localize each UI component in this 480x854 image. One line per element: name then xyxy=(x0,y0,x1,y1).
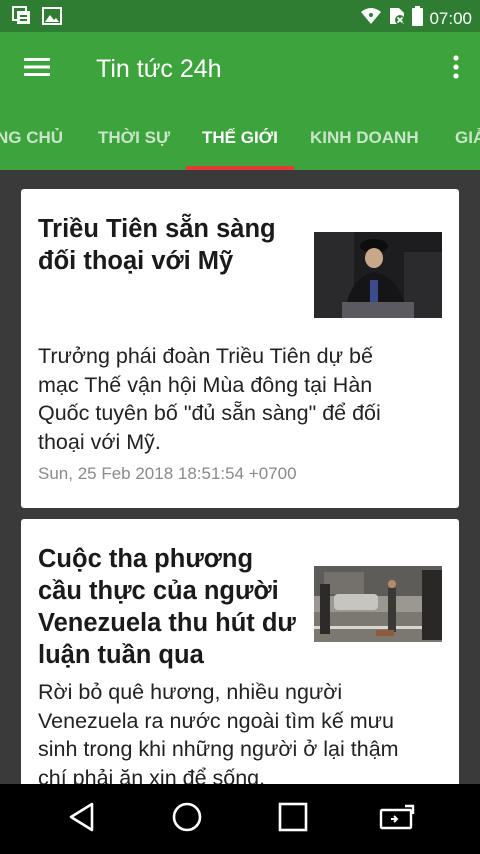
article-title: Triều Tiên sẵn sàng đối thoại với Mỹ xyxy=(38,215,276,275)
article-thumbnail xyxy=(314,232,442,318)
status-time: 07:00 xyxy=(429,8,472,28)
article-title: Cuộc tha phương cầu thực của người Venez… xyxy=(38,545,296,669)
article-thumbnail xyxy=(314,566,442,642)
back-button[interactable] xyxy=(54,798,110,840)
back-icon xyxy=(68,802,96,837)
article-card[interactable]: Cuộc tha phương cầu thực của người Venez… xyxy=(21,519,459,819)
article-card[interactable]: Triều Tiên sẵn sàng đối thoại với Mỹ Trư… xyxy=(21,189,459,508)
article-summary: Trưởng phái đoàn Triều Tiên dự bế mạc Th… xyxy=(38,344,381,454)
article-date: Sun, 25 Feb 2018 18:51:54 +0700 xyxy=(38,464,297,483)
screen-rotate-button[interactable] xyxy=(370,798,426,840)
image-icon xyxy=(42,6,62,31)
system-navigation-bar xyxy=(0,784,480,854)
recents-icon xyxy=(278,802,308,837)
tab-kinh-doanh[interactable]: KINH DOANH xyxy=(310,106,419,170)
status-bar: 07:00 xyxy=(0,0,480,32)
overflow-menu-button[interactable] xyxy=(444,49,468,89)
no-sim-icon xyxy=(388,6,406,31)
tab-giai-tri[interactable]: GIẢ xyxy=(455,106,480,170)
tab-trang-chu[interactable]: NG CHỦ xyxy=(0,106,63,170)
tab-thoi-su[interactable]: THỜI SỰ xyxy=(98,106,170,170)
category-tab-bar: NG CHỦ THỜI SỰ THẾ GIỚI KINH DOANH GIẢ xyxy=(0,106,480,170)
home-icon xyxy=(171,801,203,838)
article-summary: Rời bỏ quê hương, nhiều người Venezuela … xyxy=(38,680,399,790)
tab-the-gioi[interactable]: THẾ GIỚI xyxy=(202,106,278,170)
menu-button[interactable] xyxy=(14,49,60,89)
hamburger-menu-icon xyxy=(24,57,50,82)
app-title: Tin tức 24h xyxy=(96,55,222,83)
wifi-icon xyxy=(360,6,382,31)
active-tab-indicator xyxy=(186,166,294,170)
screen-rotate-icon xyxy=(379,804,417,835)
app-bar: Tin tức 24h xyxy=(0,32,480,106)
recents-button[interactable] xyxy=(265,798,321,840)
battery-icon xyxy=(412,6,424,31)
home-button[interactable] xyxy=(159,798,215,840)
notification-icon xyxy=(12,6,32,31)
more-vert-icon xyxy=(453,54,459,84)
status-left-icons xyxy=(12,6,62,31)
status-right-icons: 07:00 xyxy=(360,6,472,31)
